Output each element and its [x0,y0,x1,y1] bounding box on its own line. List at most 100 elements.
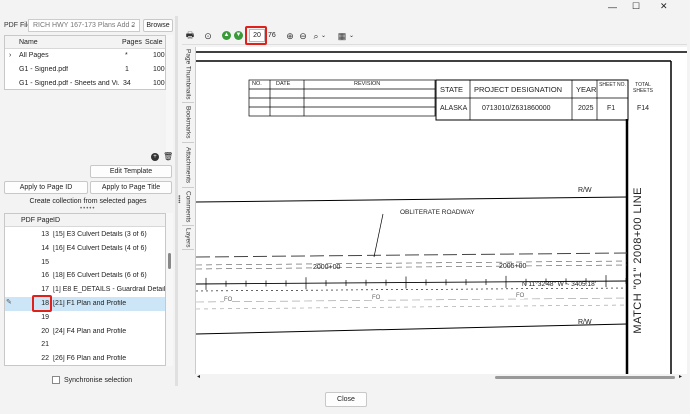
add-icon[interactable]: + [151,153,159,161]
col-scale: Scale [145,39,163,46]
fo-label: FO [224,297,233,303]
pdf-viewer[interactable]: NO. DATE REVISION STATE PROJECT DESIGNAT… [195,47,687,374]
fo-line [196,297,628,303]
table-row[interactable]: G1 - Signed.pdf 1 100 [5,63,165,77]
obliterate-line [196,252,628,258]
file-scale: 100 [153,66,165,73]
page-id: [26] F6 Plan and Profile [53,355,127,363]
page-id: [15] E3 Culvert Details (3 of 6) [53,231,147,238]
fo-label: FO [516,293,525,299]
page-id: [1] E8 E_DETAILS - Guardrail Details [53,286,165,294]
station-label: 2005+00 [499,263,527,270]
zoom-in-icon[interactable]: ⊕ [284,30,296,42]
table-row[interactable]: 14 [16] E4 Culvert Details (4 of 6) [5,242,165,256]
maximize-button[interactable]: ☐ [632,1,640,12]
pdf-file-select[interactable]: RICH HWY 167-173 Plans Add 2 ⌄ [28,19,140,32]
col-pdf-page: PDF Page [21,217,54,224]
table-row[interactable]: 13 [15] E3 Culvert Details (3 of 6) [5,228,165,242]
table-row[interactable]: 20 [24] F4 Plan and Profile [5,325,165,339]
table-row[interactable]: 21 [5,338,165,352]
next-page-icon[interactable]: ▼ [234,31,243,40]
col-name: Name [19,39,38,46]
hdr-state: STATE [440,85,464,94]
pages-scrollbar[interactable] [166,213,173,366]
chevron-down-icon: ⌄ [130,22,136,29]
project-value: 0713010/Z631860000 [482,105,551,112]
pdf-page-number: 21 [41,341,49,349]
pdf-page-number: 16 [41,272,49,280]
file-name: All Pages [19,52,49,59]
hdr-no: NO. [252,81,262,87]
pdf-page-number: 15 [41,258,49,266]
file-scale: 100 [153,80,165,87]
side-tab-bookmarks[interactable]: Bookmarks [182,103,194,143]
file-pages: * [125,52,128,59]
table-row[interactable]: 19 [5,311,165,325]
trash-icon[interactable]: 🗑 [163,152,173,161]
table-row[interactable]: 17 [1] E8 E_DETAILS - Guardrail Details [5,283,165,297]
rw-label-bottom: R/W [578,319,592,326]
table-row[interactable]: 22 [26] F6 Plan and Profile [5,352,165,366]
files-table: Name Pages Scale › All Pages * 100 G1 - … [4,35,166,90]
file-name: G1 - Signed.pdf - Sheets and Vi... [19,80,119,87]
pdf-page-number: 13 [41,231,49,238]
scroll-left-icon[interactable]: ◂ [197,373,200,380]
print-icon[interactable]: 🖶 [184,30,196,42]
binoculars-icon[interactable]: ⊙ [202,30,214,42]
prev-page-icon[interactable]: ▲ [222,31,231,40]
file-pages: 34 [123,80,131,87]
edge-line [196,260,628,266]
close-window-button[interactable]: ✕ [660,1,668,12]
files-table-header: Name Pages Scale [5,36,165,49]
row-line-top [196,196,628,203]
dotted-line [196,287,628,292]
edit-template-button[interactable]: Edit Template [90,165,172,178]
hdr-year: YEAR [576,85,597,94]
table-row[interactable]: 15 [5,256,165,270]
table-row[interactable]: 18 [21] F1 Plan and Profile [5,297,165,311]
table-row[interactable]: 16 [18] E6 Culvert Details (6 of 6) [5,269,165,283]
row-line-bottom [196,323,628,335]
scrollbar-thumb[interactable] [495,376,675,379]
col-id: ID [53,217,60,224]
table-row[interactable]: › All Pages * 100 [5,49,165,63]
app-window: — ☐ ✕ PDF File: RICH HWY 167-173 Plans A… [0,0,690,414]
chevron-down-icon[interactable]: ⌄ [349,32,354,39]
horizontal-scrollbar[interactable]: ◂ ▸ [195,374,687,381]
side-tab-comments[interactable]: Comments [182,188,194,226]
side-tab-layers[interactable]: Layers [182,226,194,250]
revision-block [248,79,629,121]
close-button[interactable]: Close [325,392,367,407]
hdr-project: PROJECT DESIGNATION [474,85,563,94]
side-tab-page-thumbnails[interactable]: Page Thumbnails [182,47,194,103]
apply-page-title-button[interactable]: Apply to Page Title [90,181,172,194]
zoom-out-icon[interactable]: ⊖ [297,30,309,42]
browse-button[interactable]: Browse [143,19,173,32]
table-row[interactable]: G1 - Signed.pdf - Sheets and Vi... 34 10… [5,77,165,91]
expand-icon[interactable]: › [9,52,11,59]
fo-label: FO [372,295,381,301]
station-label: 2000+00 [313,264,341,271]
hdr-total: TOTAL SHEETS [632,82,653,94]
pdf-page-number: 22 [41,355,49,363]
minimize-button[interactable]: — [608,2,617,12]
hdr-date: DATE [276,81,291,87]
apply-page-id-button[interactable]: Apply to Page ID [4,181,88,194]
side-tab-attachments[interactable]: Attachments [182,143,194,188]
scrollbar-thumb[interactable] [168,253,171,269]
obliterate-label: OBLITERATE ROADWAY [400,209,475,216]
page-id: [21] F1 Plan and Profile [53,300,127,307]
rw-label-top: R/W [578,187,592,194]
total-value: F14 [637,105,650,112]
splitter-handle[interactable]: ••••• [80,206,96,212]
synchronise-checkbox[interactable] [52,376,60,384]
splitter-dots[interactable]: •••• [175,195,181,203]
chevron-down-icon[interactable]: ⌄ [321,32,326,39]
files-scrollbar[interactable] [166,35,173,155]
synchronise-label: Synchronise selection [64,377,133,384]
scroll-right-icon[interactable]: ▸ [679,373,682,380]
file-name: G1 - Signed.pdf [19,66,69,73]
hdr-revision: REVISION [354,81,381,87]
page-layout-icon[interactable]: ▦ [336,30,348,42]
edit-pencil-icon[interactable]: ✎ [6,298,12,306]
